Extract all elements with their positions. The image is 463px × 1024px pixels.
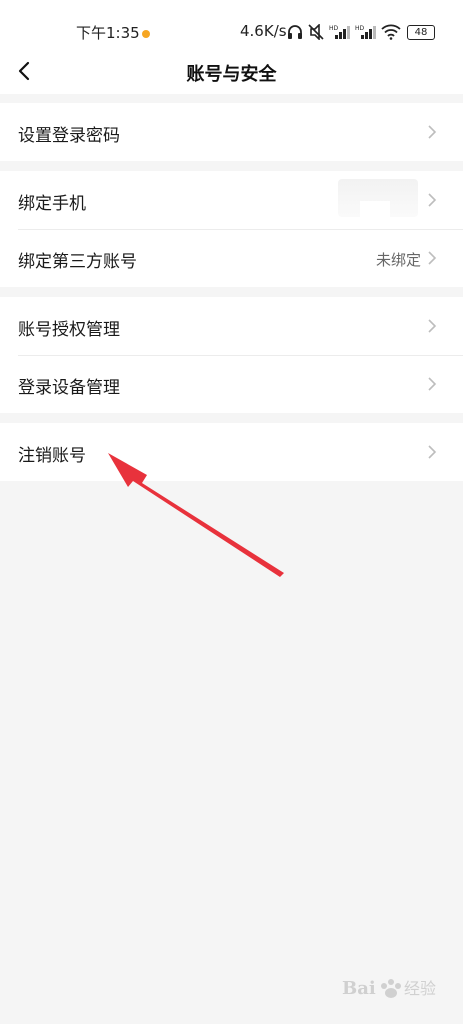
masked-phone-number (338, 179, 418, 217)
status-time: 下午1:35 (76, 24, 140, 42)
svg-text:HD: HD (329, 25, 339, 32)
chevron-right-icon (428, 193, 437, 207)
row-label: 绑定手机 (18, 194, 86, 214)
settings-group-binding: 绑定手机 绑定第三方账号 未绑定 (0, 171, 463, 287)
notification-dot-icon (142, 30, 150, 38)
row-set-login-password[interactable]: 设置登录密码 (0, 103, 463, 161)
annotation-arrow-icon (108, 453, 284, 577)
svg-text:经验: 经验 (404, 979, 436, 998)
signal-hd-icon: HD (329, 25, 350, 39)
settings-group-management: 账号授权管理 登录设备管理 (0, 297, 463, 413)
headphones-icon (288, 25, 302, 39)
page-title: 账号与安全 (186, 64, 277, 85)
nav-bar: 账号与安全 (0, 50, 463, 94)
svg-text:Bai: Bai (342, 978, 376, 999)
baidu-watermark-logo: Bai 经验 (342, 978, 436, 999)
chevron-right-icon (428, 125, 437, 139)
chevron-right-icon (428, 445, 437, 459)
row-label: 绑定第三方账号 (18, 252, 137, 272)
row-label: 账号授权管理 (18, 320, 120, 340)
row-label: 注销账号 (18, 446, 86, 466)
svg-text:HD: HD (355, 25, 365, 32)
row-account-authorization[interactable]: 账号授权管理 (0, 297, 463, 355)
network-speed: 4.6K/s (240, 22, 287, 40)
binding-status: 未绑定 (375, 251, 421, 269)
mute-icon (308, 24, 324, 40)
chevron-right-icon (428, 319, 437, 333)
status-bar: 下午1:35 4.6K/s HD HD 48 (0, 0, 463, 50)
chevron-right-icon (428, 251, 437, 265)
battery-indicator: 48 (407, 25, 435, 40)
row-login-devices[interactable]: 登录设备管理 (0, 355, 463, 413)
row-bind-third-party[interactable]: 绑定第三方账号 未绑定 (0, 229, 463, 287)
row-label: 登录设备管理 (18, 378, 120, 398)
settings-group-password: 设置登录密码 (0, 103, 463, 161)
row-bind-phone[interactable]: 绑定手机 (0, 171, 463, 229)
status-icons: HD HD (287, 24, 401, 40)
chevron-right-icon (428, 377, 437, 391)
row-label: 设置登录密码 (18, 126, 120, 146)
signal-hd-2-icon: HD (355, 25, 376, 39)
wifi-icon (381, 24, 401, 40)
